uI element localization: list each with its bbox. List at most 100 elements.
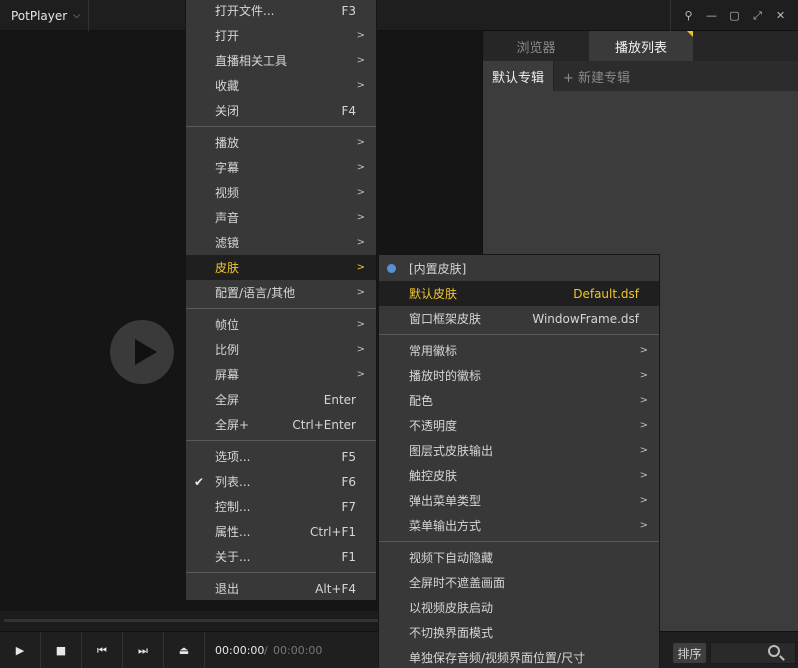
- menu-item-label: 触控皮肤: [409, 469, 458, 483]
- menu-item-label: 滤镜: [215, 236, 240, 250]
- submenu-arrow-icon: >: [356, 319, 365, 330]
- menu-item-audio[interactable]: 声音 >: [186, 205, 376, 230]
- time-separator: /: [264, 644, 268, 657]
- play-icon: ▶: [15, 644, 25, 657]
- menu-item-label: 收藏: [215, 79, 240, 93]
- menu-item-properties[interactable]: 属性... Ctrl+F1: [186, 519, 376, 544]
- fullscreen-icon[interactable]: ⤢: [746, 9, 769, 23]
- time-current: 00:00:00: [215, 644, 265, 657]
- menu-item-favorites[interactable]: 收藏 >: [186, 73, 376, 98]
- menu-item-label: 播放: [215, 136, 240, 150]
- main-context-menu: 打开文件... F3 打开 > 直播相关工具 > 收藏 > 关闭 F4 播放 > 字幕 > 视…: [185, 0, 377, 601]
- menu-item-label: 常用徽标: [409, 344, 458, 358]
- stop-button[interactable]: ■: [41, 632, 82, 668]
- menu-item-about[interactable]: 关于... F1: [186, 544, 376, 569]
- menu-item-auto-hide-under-video[interactable]: 视频下自动隐藏: [379, 545, 659, 570]
- menu-item-save-ui-position[interactable]: 单独保存音频/视频界面位置/尺寸: [379, 645, 659, 668]
- menu-item-label: 打开: [215, 29, 240, 43]
- play-icon[interactable]: [110, 320, 174, 384]
- menu-item-screen[interactable]: 屏幕 >: [186, 362, 376, 387]
- menu-item-video[interactable]: 视频 >: [186, 180, 376, 205]
- app-menu-button[interactable]: PotPlayer ⌵: [0, 0, 89, 31]
- menu-item-label: 关于...: [215, 550, 251, 564]
- pin-icon[interactable]: ⚲: [677, 9, 700, 22]
- menu-item-fullscreen-no-cover[interactable]: 全屏时不遮盖画面: [379, 570, 659, 595]
- menu-item-value: WindowFrame.dsf: [532, 311, 639, 326]
- menu-item-config[interactable]: 配置/语言/其他 >: [186, 280, 376, 305]
- menu-item-label: 全屏+: [215, 418, 250, 432]
- menu-item-playing-logo[interactable]: 播放时的徽标 >: [379, 363, 659, 388]
- window-controls: ⚲ — ▢ ⤢ ✕: [670, 0, 798, 31]
- minimize-icon[interactable]: —: [700, 9, 723, 22]
- menu-item-label: 播放时的徽标: [409, 369, 482, 383]
- menu-item-label: 选项...: [215, 450, 251, 464]
- stop-icon: ■: [55, 644, 67, 657]
- next-button[interactable]: ⏭: [123, 632, 164, 668]
- menu-item-shortcut: F4: [341, 103, 356, 118]
- submenu-arrow-icon: >: [639, 470, 648, 481]
- menu-item-label: 弹出菜单类型: [409, 494, 482, 508]
- search-icon[interactable]: [768, 645, 780, 657]
- menu-item-label: 关闭: [215, 104, 240, 118]
- menu-separator: [186, 569, 376, 576]
- menu-item-label: 屏幕: [215, 368, 240, 382]
- previous-button[interactable]: ⏮: [82, 632, 123, 668]
- submenu-arrow-icon: >: [639, 495, 648, 506]
- menu-item-label: 皮肤: [215, 261, 240, 275]
- menu-item-popup-menu-type[interactable]: 弹出菜单类型 >: [379, 488, 659, 513]
- menu-item-skin[interactable]: 皮肤 >: [186, 255, 376, 280]
- menu-item-ratio[interactable]: 比例 >: [186, 337, 376, 362]
- menu-item-control[interactable]: 控制... F7: [186, 494, 376, 519]
- menu-item-common-logo[interactable]: 常用徽标 >: [379, 338, 659, 363]
- close-icon[interactable]: ✕: [769, 9, 792, 22]
- play-button[interactable]: ▶: [0, 632, 41, 668]
- menu-item-label: 控制...: [215, 500, 251, 514]
- tab-browser[interactable]: 浏览器: [483, 31, 589, 61]
- menu-item-color-scheme[interactable]: 配色 >: [379, 388, 659, 413]
- menu-item-fullscreen-plus[interactable]: 全屏+ Ctrl+Enter: [186, 412, 376, 437]
- menu-item-shortcut: F1: [341, 549, 356, 564]
- maximize-icon[interactable]: ▢: [723, 9, 746, 22]
- menu-item-layered-skin-output[interactable]: 图层式皮肤输出 >: [379, 438, 659, 463]
- sort-button[interactable]: 排序: [673, 643, 706, 663]
- eject-icon: ⏏: [178, 644, 190, 657]
- menu-item-close[interactable]: 关闭 F4: [186, 98, 376, 123]
- menu-item-frame[interactable]: 帧位 >: [186, 312, 376, 337]
- eject-button[interactable]: ⏏: [164, 632, 205, 668]
- menu-item-label: 属性...: [215, 525, 251, 539]
- menu-item-subtitles[interactable]: 字幕 >: [186, 155, 376, 180]
- menu-item-window-frame-skin[interactable]: 窗口框架皮肤 WindowFrame.dsf: [379, 306, 659, 331]
- menu-item-menu-output-mode[interactable]: 菜单输出方式 >: [379, 513, 659, 538]
- tab-playlist[interactable]: 播放列表: [589, 31, 693, 61]
- menu-separator: [186, 437, 376, 444]
- menu-separator: [186, 123, 376, 130]
- menu-item-exit[interactable]: 退出 Alt+F4: [186, 576, 376, 601]
- menu-item-label: 退出: [215, 582, 240, 596]
- app-title: PotPlayer: [11, 8, 68, 23]
- menu-item-filters[interactable]: 滤镜 >: [186, 230, 376, 255]
- submenu-arrow-icon: >: [356, 162, 365, 173]
- menu-item-label: 全屏: [215, 393, 240, 407]
- menu-item-live-tools[interactable]: 直播相关工具 >: [186, 48, 376, 73]
- menu-item-open-file[interactable]: 打开文件... F3: [186, 0, 376, 23]
- tab-default-album[interactable]: 默认专辑: [483, 61, 555, 91]
- chevron-down-icon: ⌵: [73, 10, 81, 21]
- menu-item-label: 帧位: [215, 318, 240, 332]
- menu-item-fullscreen[interactable]: 全屏 Enter: [186, 387, 376, 412]
- menu-item-no-switch-ui-mode[interactable]: 不切换界面模式: [379, 620, 659, 645]
- menu-item-opacity[interactable]: 不透明度 >: [379, 413, 659, 438]
- new-album-button[interactable]: + 新建专辑: [554, 61, 639, 91]
- menu-item-touch-skin[interactable]: 触控皮肤 >: [379, 463, 659, 488]
- menu-item-label: 单独保存音频/视频界面位置/尺寸: [409, 651, 586, 665]
- menu-item-builtin-skin[interactable]: [内置皮肤]: [379, 256, 659, 281]
- submenu-arrow-icon: >: [356, 137, 365, 148]
- menu-item-label: 比例: [215, 343, 240, 357]
- menu-item-playlist[interactable]: ✔ 列表... F6: [186, 469, 376, 494]
- menu-item-shortcut: F7: [341, 499, 356, 514]
- menu-item-playback[interactable]: 播放 >: [186, 130, 376, 155]
- menu-item-options[interactable]: 选项... F5: [186, 444, 376, 469]
- menu-item-label: 窗口框架皮肤: [409, 312, 482, 326]
- menu-item-start-video-skin[interactable]: 以视频皮肤启动: [379, 595, 659, 620]
- menu-item-open[interactable]: 打开 >: [186, 23, 376, 48]
- menu-item-default-skin[interactable]: 默认皮肤 Default.dsf: [379, 281, 659, 306]
